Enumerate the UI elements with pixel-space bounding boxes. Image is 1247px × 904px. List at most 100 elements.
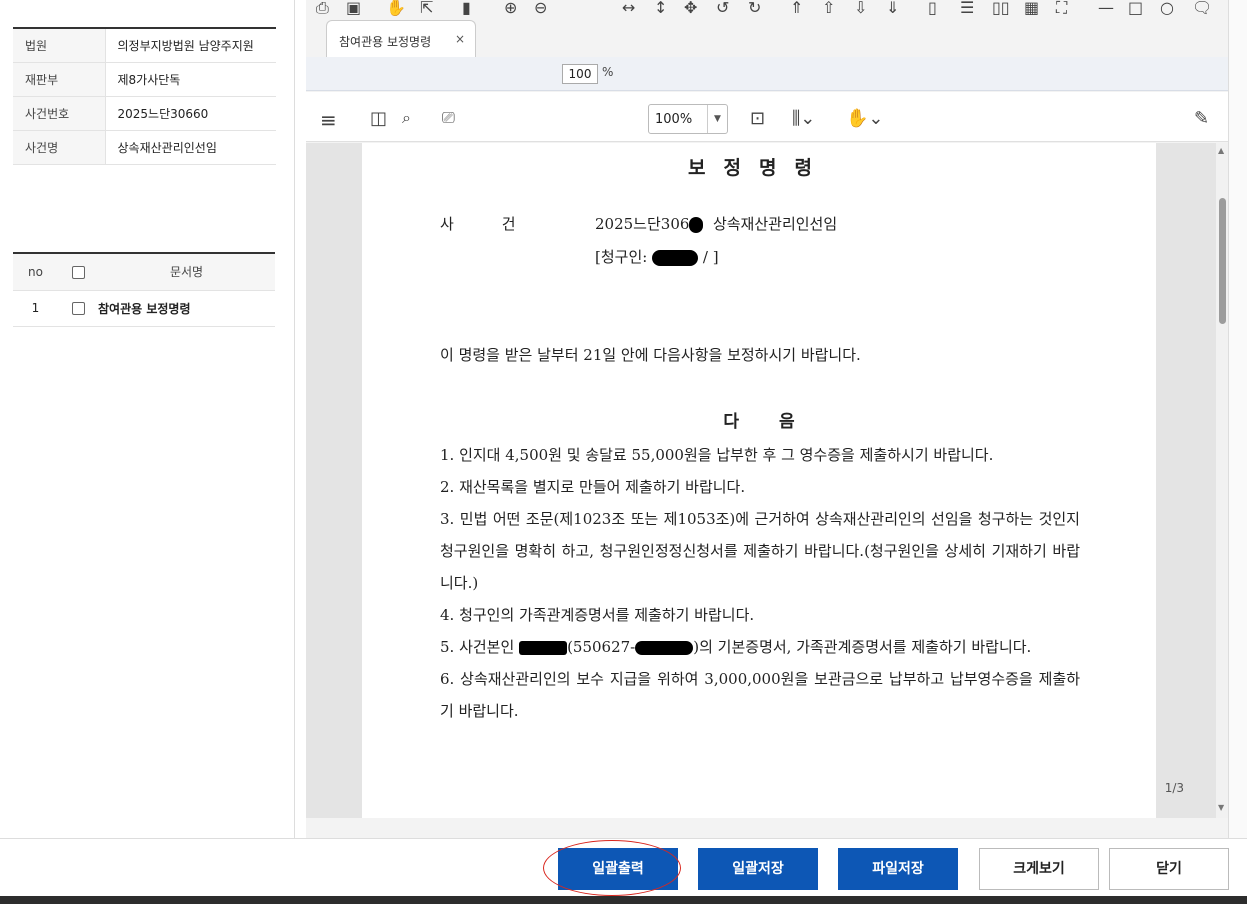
print-all-button[interactable]: 일괄출력 bbox=[558, 848, 678, 890]
list-item: 3. 민법 어떤 조문(제1023조 또는 제1053조)에 근거하여 상속재산… bbox=[440, 510, 1080, 592]
zoom-unit: % bbox=[602, 65, 614, 79]
save-file-button[interactable]: 파일저장 bbox=[838, 848, 958, 890]
last-page-icon[interactable]: ⇓ bbox=[886, 0, 899, 16]
layout-icon[interactable]: ⫼⌄ bbox=[792, 110, 815, 128]
title-header: 문서명 bbox=[98, 253, 275, 291]
scroll-down-icon[interactable]: ▼ bbox=[1218, 803, 1224, 812]
grid-icon[interactable]: ▦ bbox=[1024, 0, 1039, 16]
document-body: 1. 인지대 4,500원 및 송달료 55,000원을 납부한 후 그 영수증… bbox=[440, 439, 1080, 727]
zoom-select[interactable]: 100% ▼ bbox=[648, 104, 728, 134]
court-label: 법원 bbox=[13, 28, 106, 63]
division-value: 제8가사단독 bbox=[105, 62, 276, 97]
first-page-icon[interactable]: ⇑ bbox=[790, 0, 803, 16]
document-canvas[interactable]: 보정명령 사건 2025느단306 상속재산관리인선임 [청구인: / ] 이 명… bbox=[306, 143, 1216, 818]
list-item: 2. 재산목록을 별지로 만들어 제출하기 바랍니다. bbox=[440, 478, 746, 496]
row-checkbox-cell bbox=[58, 290, 98, 327]
case-info-row: 사건명 상속재산관리인선임 bbox=[13, 130, 276, 165]
list-item: 4. 청구인의 가족관계증명서를 제출하기 바랍니다. bbox=[440, 606, 755, 624]
row-no: 1 bbox=[13, 290, 58, 327]
item5-prefix: 5. 사건본인 bbox=[440, 638, 515, 656]
no-header: no bbox=[13, 253, 58, 291]
zoom-input[interactable]: 100 bbox=[562, 64, 598, 84]
case-label: 사건 bbox=[440, 215, 564, 233]
hand-icon[interactable]: ✋ bbox=[386, 0, 406, 16]
select-all-checkbox[interactable] bbox=[71, 265, 85, 279]
action-bar: 일괄출력 일괄저장 파일저장 크게보기 닫기 bbox=[0, 838, 1247, 896]
case-name: 상속재산관리인선임 bbox=[712, 215, 838, 233]
item5-mid: (550627- bbox=[567, 638, 636, 656]
document-heading: 보정명령 bbox=[688, 157, 830, 179]
list-item: 5. 사건본인 (550627- )의 기본증명서, 가족관계증명서를 제출하기 … bbox=[440, 631, 1080, 663]
fullscreen-icon[interactable]: ⛶ bbox=[1056, 0, 1067, 16]
two-page-icon[interactable]: ▯▯ bbox=[992, 0, 1010, 16]
tab-label: 참여관용 보정명령 bbox=[339, 35, 432, 49]
right-edge-panel bbox=[1228, 0, 1247, 838]
row-checkbox[interactable] bbox=[71, 302, 85, 315]
next-page-icon[interactable]: ⇩ bbox=[854, 0, 867, 16]
claimant-line: [청구인: / ] bbox=[595, 246, 719, 267]
claimant-suffix: / ] bbox=[702, 248, 719, 266]
zoom-select-value: 100% bbox=[655, 112, 693, 127]
zoom-in-icon[interactable]: ⊕ bbox=[504, 0, 517, 16]
list-item: 1. 인지대 4,500원 및 송달료 55,000원을 납부한 후 그 영수증… bbox=[440, 446, 994, 464]
save-icon[interactable]: ▣ bbox=[346, 0, 361, 16]
fit-width-icon[interactable]: ↔ bbox=[622, 0, 635, 16]
case-name-value: 상속재산관리인선임 bbox=[105, 130, 276, 165]
close-button[interactable]: 닫기 bbox=[1109, 848, 1229, 890]
lead-text: 이 명령을 받은 날부터 21일 안에 다음사항을 보정하시기 바랍니다. bbox=[440, 346, 861, 364]
comment-icon[interactable]: 🗨 bbox=[1192, 0, 1212, 16]
continuous-icon[interactable]: ☰ bbox=[960, 0, 974, 16]
document-viewer: 참여관용 보정명령 × ⎙ ▣ ✋ ⇱ ▮ ⊕ ⊖ 100 % ↔ ↕ ✥ ↺ … bbox=[306, 0, 1228, 838]
scroll-up-icon[interactable]: ▲ bbox=[1218, 146, 1224, 155]
ellipse-icon[interactable]: ○ bbox=[1160, 0, 1174, 16]
print-icon[interactable]: ⎙ bbox=[316, 0, 329, 16]
division-label: 재판부 bbox=[13, 62, 106, 97]
redaction bbox=[689, 217, 704, 233]
scrollbar-thumb[interactable] bbox=[1219, 198, 1226, 324]
menu-icon[interactable]: ≡ bbox=[320, 110, 337, 130]
snapshot-icon[interactable]: ⎚ bbox=[442, 110, 455, 126]
row-title[interactable]: 참여관용 보정명령 bbox=[98, 290, 275, 327]
rotate-right-icon[interactable]: ↻ bbox=[748, 0, 761, 16]
item5-suffix: )의 기본증명서, 가족관계증명서를 제출하기 바랍니다. bbox=[693, 638, 1032, 656]
enlarge-button[interactable]: 크게보기 bbox=[979, 848, 1099, 890]
page-view-icon[interactable]: ⊡ bbox=[750, 110, 765, 128]
case-info-row: 사건번호 2025느단30660 bbox=[13, 96, 276, 131]
section-heading: 다음 bbox=[723, 412, 835, 432]
case-number-label: 사건번호 bbox=[13, 96, 106, 131]
case-number-value: 2025느단30660 bbox=[105, 96, 276, 131]
fit-page-icon[interactable]: ✥ bbox=[684, 0, 697, 16]
fit-height-icon[interactable]: ↕ bbox=[654, 0, 667, 16]
document-page: 보정명령 사건 2025느단306 상속재산관리인선임 [청구인: / ] 이 명… bbox=[362, 143, 1184, 818]
redaction bbox=[652, 250, 699, 266]
save-all-button[interactable]: 일괄저장 bbox=[698, 848, 818, 890]
bookmark-icon[interactable]: ▮ bbox=[462, 0, 471, 16]
annotation-toolbar bbox=[306, 57, 1228, 91]
redaction bbox=[519, 641, 568, 655]
zoom-out-icon[interactable]: ⊖ bbox=[534, 0, 547, 16]
rotate-left-icon[interactable]: ↺ bbox=[716, 0, 729, 16]
tab-document[interactable]: 참여관용 보정명령 × bbox=[326, 20, 476, 57]
pan-icon[interactable]: ✋⌄ bbox=[846, 110, 884, 128]
close-icon[interactable]: × bbox=[455, 32, 465, 46]
case-info-panel: 법원 의정부지방법원 남양주지원 재판부 제8가사단독 사건번호 2025느단3… bbox=[0, 0, 295, 838]
case-info-table: 법원 의정부지방법원 남양주지원 재판부 제8가사단독 사건번호 2025느단3… bbox=[13, 27, 276, 165]
court-value: 의정부지방법원 남양주지원 bbox=[105, 28, 276, 63]
redaction bbox=[635, 641, 694, 655]
prev-page-icon[interactable]: ⇧ bbox=[822, 0, 835, 16]
select-icon[interactable]: ⇱ bbox=[420, 0, 433, 16]
vertical-scrollbar[interactable]: ▲ ▼ bbox=[1216, 143, 1228, 818]
edit-icon[interactable]: ✎ bbox=[1194, 110, 1209, 128]
document-list-header: no 문서명 bbox=[13, 253, 275, 291]
page-indicator: 1/3 bbox=[1164, 781, 1184, 795]
taskbar bbox=[0, 896, 1247, 904]
claimant-prefix: [청구인: bbox=[595, 248, 648, 266]
find-icon[interactable]: ⌕ bbox=[402, 110, 411, 126]
table-row[interactable]: 1 참여관용 보정명령 bbox=[13, 290, 275, 327]
sidebar-icon[interactable]: ◫ bbox=[370, 110, 387, 128]
single-page-icon[interactable]: ▯ bbox=[928, 0, 937, 16]
rectangle-icon[interactable]: □ bbox=[1128, 0, 1143, 16]
case-info-row: 법원 의정부지방법원 남양주지원 bbox=[13, 28, 276, 63]
line-icon[interactable]: — bbox=[1098, 0, 1114, 16]
case-name-label: 사건명 bbox=[13, 130, 106, 165]
